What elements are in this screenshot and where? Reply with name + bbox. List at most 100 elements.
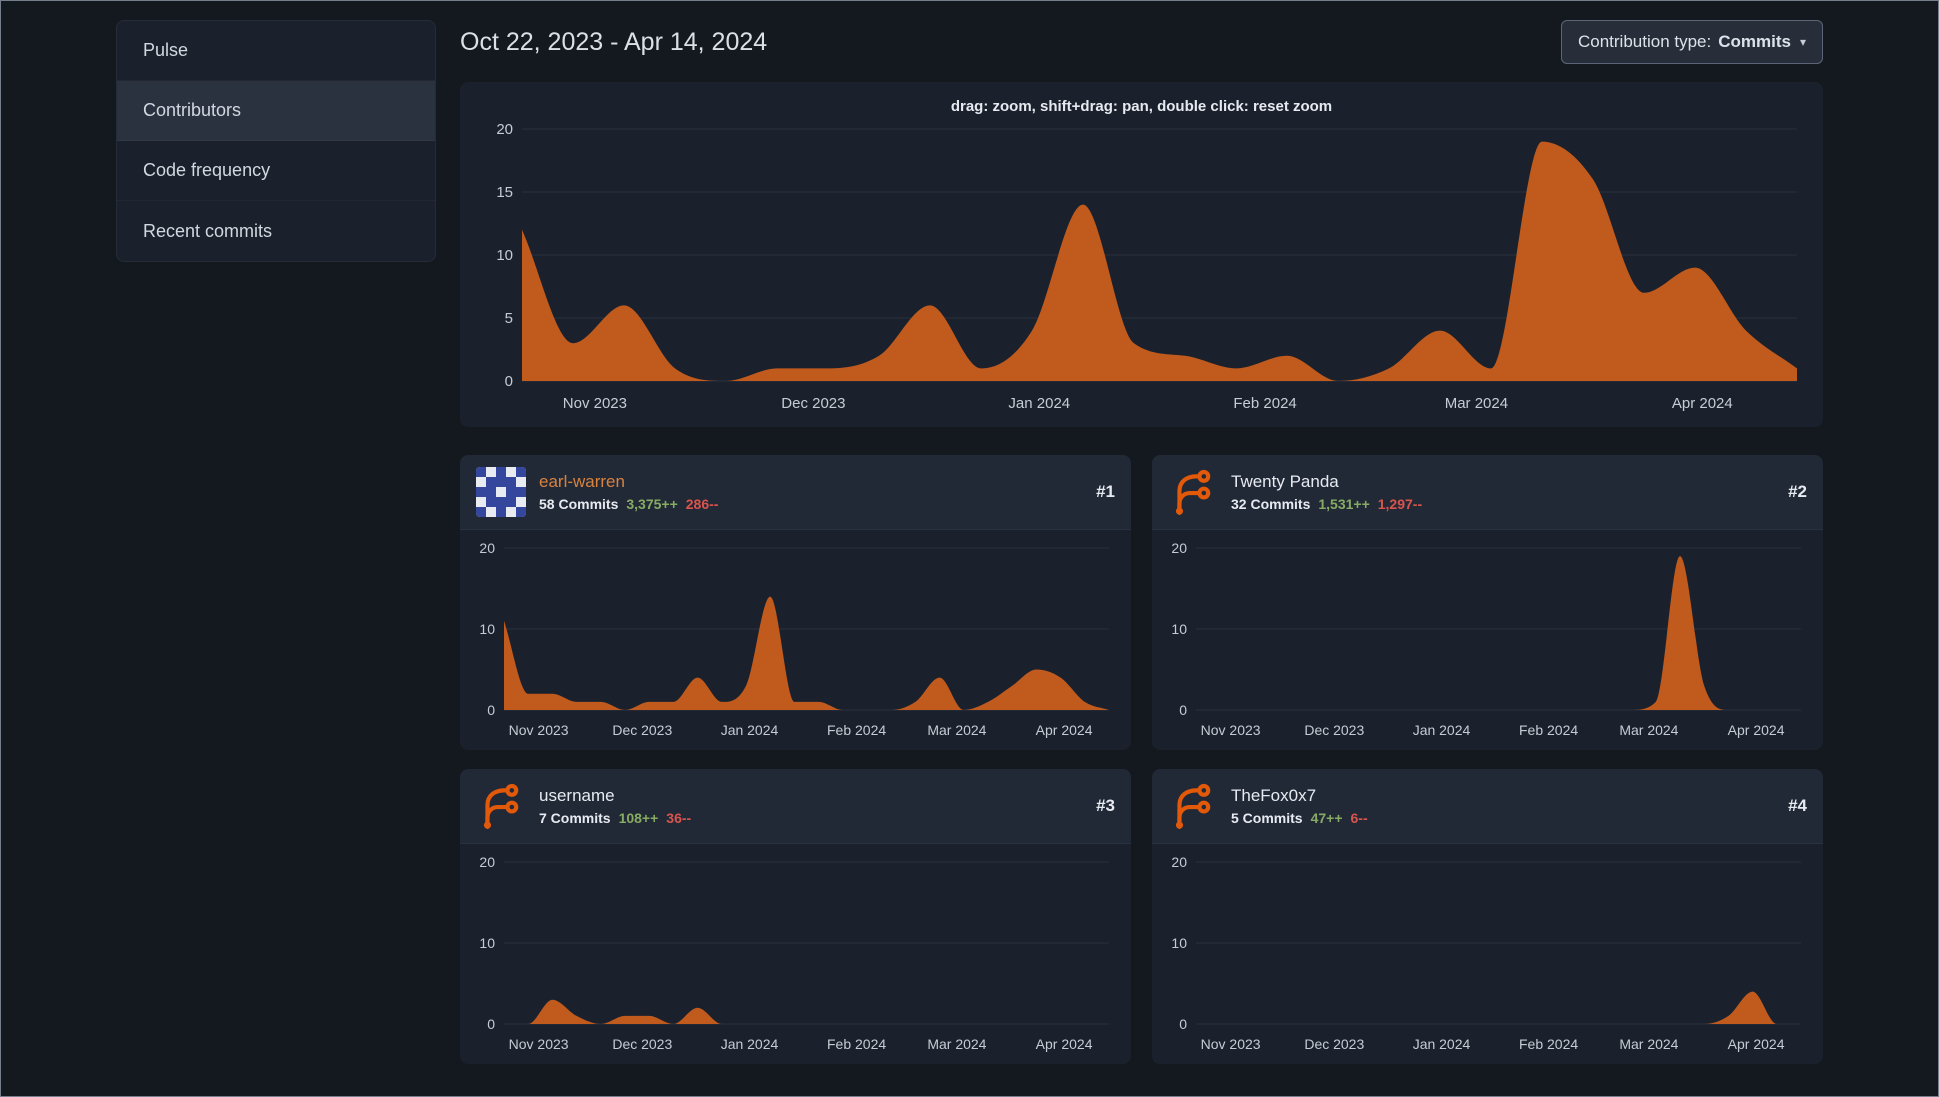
contributor-stats: 32 Commits 1,531++ 1,297-- bbox=[1231, 496, 1422, 512]
identicon-image bbox=[476, 467, 526, 517]
svg-text:0: 0 bbox=[505, 373, 513, 390]
svg-text:Apr 2024: Apr 2024 bbox=[1728, 1036, 1785, 1052]
forgejo-logo-image bbox=[1175, 469, 1211, 515]
svg-text:0: 0 bbox=[487, 1016, 495, 1032]
svg-text:10: 10 bbox=[1171, 621, 1187, 637]
contributors-page: Pulse Contributors Code frequency Recent… bbox=[1, 1, 1938, 1096]
svg-text:10: 10 bbox=[479, 935, 495, 951]
contributor-name: username bbox=[539, 786, 615, 805]
svg-text:Dec 2023: Dec 2023 bbox=[1304, 1036, 1364, 1052]
contribution-type-button[interactable]: Contribution type: Commits ▾ bbox=[1560, 20, 1823, 64]
contributor-card-header: earl-warren 58 Commits 3,375++ 286-- #1 bbox=[460, 455, 1131, 530]
contributor-rank: #4 bbox=[1788, 796, 1807, 815]
svg-text:20: 20 bbox=[479, 540, 495, 556]
contributor-chart[interactable]: 0 10 20 Nov 2023 Dec 2023 Jan 2024 Feb 2024 Mar… bbox=[464, 534, 1119, 744]
commit-count: 32 Commits bbox=[1231, 496, 1311, 512]
contributor-rank: #3 bbox=[1096, 796, 1115, 815]
svg-text:5: 5 bbox=[505, 310, 513, 327]
svg-text:Jan 2024: Jan 2024 bbox=[1413, 722, 1471, 738]
sidebar-item-label: Contributors bbox=[143, 100, 242, 120]
header-row: Oct 22, 2023 - Apr 14, 2024 Contribution… bbox=[460, 20, 1823, 64]
forgejo-logo-image bbox=[483, 783, 519, 829]
contribution-type-value: Commits bbox=[1718, 32, 1791, 51]
svg-text:Feb 2024: Feb 2024 bbox=[1233, 395, 1296, 412]
contributor-chart[interactable]: 0 10 20 Nov 2023 Dec 2023 Jan 2024 Feb 2024 Mar… bbox=[1156, 848, 1811, 1058]
svg-text:Apr 2024: Apr 2024 bbox=[1728, 722, 1785, 738]
svg-text:Nov 2023: Nov 2023 bbox=[509, 1036, 569, 1052]
contributor-card-header: username 7 Commits 108++ 36-- #3 bbox=[460, 769, 1131, 844]
svg-text:Apr 2024: Apr 2024 bbox=[1672, 395, 1733, 412]
contributor-card: TheFox0x7 5 Commits 47++ 6-- #4 0 10 20 Nov… bbox=[1152, 769, 1823, 1064]
svg-text:20: 20 bbox=[1171, 854, 1187, 870]
contributor-card: username 7 Commits 108++ 36-- #3 0 10 20 No… bbox=[460, 769, 1131, 1064]
additions-count: 47++ bbox=[1310, 810, 1343, 826]
contributor-info: Twenty Panda 32 Commits 1,531++ 1,297-- bbox=[1231, 472, 1422, 512]
svg-text:0: 0 bbox=[1179, 702, 1187, 718]
commit-count: 7 Commits bbox=[539, 810, 611, 826]
svg-text:20: 20 bbox=[496, 121, 513, 138]
forgejo-logo-icon bbox=[1168, 781, 1218, 831]
svg-text:Nov 2023: Nov 2023 bbox=[563, 395, 627, 412]
commit-count: 58 Commits bbox=[539, 496, 619, 512]
contributors-main: Oct 22, 2023 - Apr 14, 2024 Contribution… bbox=[460, 20, 1823, 1096]
contributor-name[interactable]: earl-warren bbox=[539, 472, 718, 492]
contributor-grid: earl-warren 58 Commits 3,375++ 286-- #1 … bbox=[460, 455, 1823, 1064]
contributor-stats: 5 Commits 47++ 6-- bbox=[1231, 810, 1368, 826]
svg-text:0: 0 bbox=[487, 702, 495, 718]
additions-count: 3,375++ bbox=[626, 496, 678, 512]
contributor-info: TheFox0x7 5 Commits 47++ 6-- bbox=[1231, 786, 1368, 826]
contributor-card-header: Twenty Panda 32 Commits 1,531++ 1,297-- … bbox=[1152, 455, 1823, 530]
contributor-card-header: TheFox0x7 5 Commits 47++ 6-- #4 bbox=[1152, 769, 1823, 844]
forgejo-logo-icon bbox=[476, 781, 526, 831]
svg-text:Mar 2024: Mar 2024 bbox=[927, 722, 986, 738]
svg-text:Jan 2024: Jan 2024 bbox=[721, 1036, 779, 1052]
identicon-avatar[interactable] bbox=[476, 467, 526, 517]
sidebar-item-recent-commits[interactable]: Recent commits bbox=[117, 201, 435, 261]
sidebar-item-label: Pulse bbox=[143, 40, 189, 60]
svg-text:Feb 2024: Feb 2024 bbox=[1519, 722, 1578, 738]
sidebar-item-label: Code frequency bbox=[143, 160, 271, 180]
deletions-count: 286-- bbox=[685, 496, 719, 512]
svg-text:Mar 2024: Mar 2024 bbox=[1445, 395, 1508, 412]
commit-count: 5 Commits bbox=[1231, 810, 1303, 826]
svg-text:15: 15 bbox=[496, 184, 513, 201]
svg-text:Mar 2024: Mar 2024 bbox=[1619, 1036, 1678, 1052]
svg-text:Feb 2024: Feb 2024 bbox=[827, 722, 886, 738]
contributor-stats: 7 Commits 108++ 36-- bbox=[539, 810, 691, 826]
contributor-name: Twenty Panda bbox=[1231, 472, 1339, 491]
forgejo-logo-icon bbox=[1168, 467, 1218, 517]
svg-text:0: 0 bbox=[1179, 1016, 1187, 1032]
deletions-count: 6-- bbox=[1350, 810, 1368, 826]
sidebar-item-pulse[interactable]: Pulse bbox=[117, 21, 435, 81]
svg-text:Feb 2024: Feb 2024 bbox=[827, 1036, 886, 1052]
contributor-card: earl-warren 58 Commits 3,375++ 286-- #1 … bbox=[460, 455, 1131, 750]
date-range-title: Oct 22, 2023 - Apr 14, 2024 bbox=[460, 27, 768, 56]
sidebar-item-code-frequency[interactable]: Code frequency bbox=[117, 141, 435, 201]
sidebar-item-contributors[interactable]: Contributors bbox=[117, 81, 435, 141]
forgejo-logo-image bbox=[1175, 783, 1211, 829]
contributor-card: Twenty Panda 32 Commits 1,531++ 1,297-- … bbox=[1152, 455, 1823, 750]
contributor-rank: #1 bbox=[1096, 482, 1115, 501]
contributor-chart[interactable]: 0 10 20 Nov 2023 Dec 2023 Jan 2024 Feb 2024 Mar… bbox=[1156, 534, 1811, 744]
svg-text:20: 20 bbox=[479, 854, 495, 870]
svg-text:Jan 2024: Jan 2024 bbox=[1008, 395, 1070, 412]
svg-text:Mar 2024: Mar 2024 bbox=[1619, 722, 1678, 738]
chevron-down-icon: ▾ bbox=[1799, 35, 1806, 49]
additions-count: 108++ bbox=[618, 810, 659, 826]
svg-text:Dec 2023: Dec 2023 bbox=[781, 395, 845, 412]
total-contributions-chart[interactable]: 0 5 10 15 20 Nov 2023 Dec 2023 Jan 2024 Feb 2024… bbox=[476, 117, 1807, 417]
svg-text:Nov 2023: Nov 2023 bbox=[1201, 1036, 1261, 1052]
deletions-count: 1,297-- bbox=[1377, 496, 1423, 512]
contributor-chart[interactable]: 0 10 20 Nov 2023 Dec 2023 Jan 2024 Feb 2024 Mar… bbox=[464, 848, 1119, 1058]
svg-text:10: 10 bbox=[496, 247, 513, 264]
contributor-stats: 58 Commits 3,375++ 286-- bbox=[539, 496, 718, 512]
svg-text:Jan 2024: Jan 2024 bbox=[721, 722, 779, 738]
svg-text:Dec 2023: Dec 2023 bbox=[612, 722, 672, 738]
contributor-name: TheFox0x7 bbox=[1231, 786, 1317, 805]
activity-sidebar: Pulse Contributors Code frequency Recent… bbox=[116, 20, 436, 262]
svg-text:Nov 2023: Nov 2023 bbox=[509, 722, 569, 738]
svg-text:Nov 2023: Nov 2023 bbox=[1201, 722, 1261, 738]
total-contributions-card: drag: zoom, shift+drag: pan, double clic… bbox=[460, 82, 1823, 427]
svg-text:10: 10 bbox=[479, 621, 495, 637]
svg-text:Dec 2023: Dec 2023 bbox=[1304, 722, 1364, 738]
